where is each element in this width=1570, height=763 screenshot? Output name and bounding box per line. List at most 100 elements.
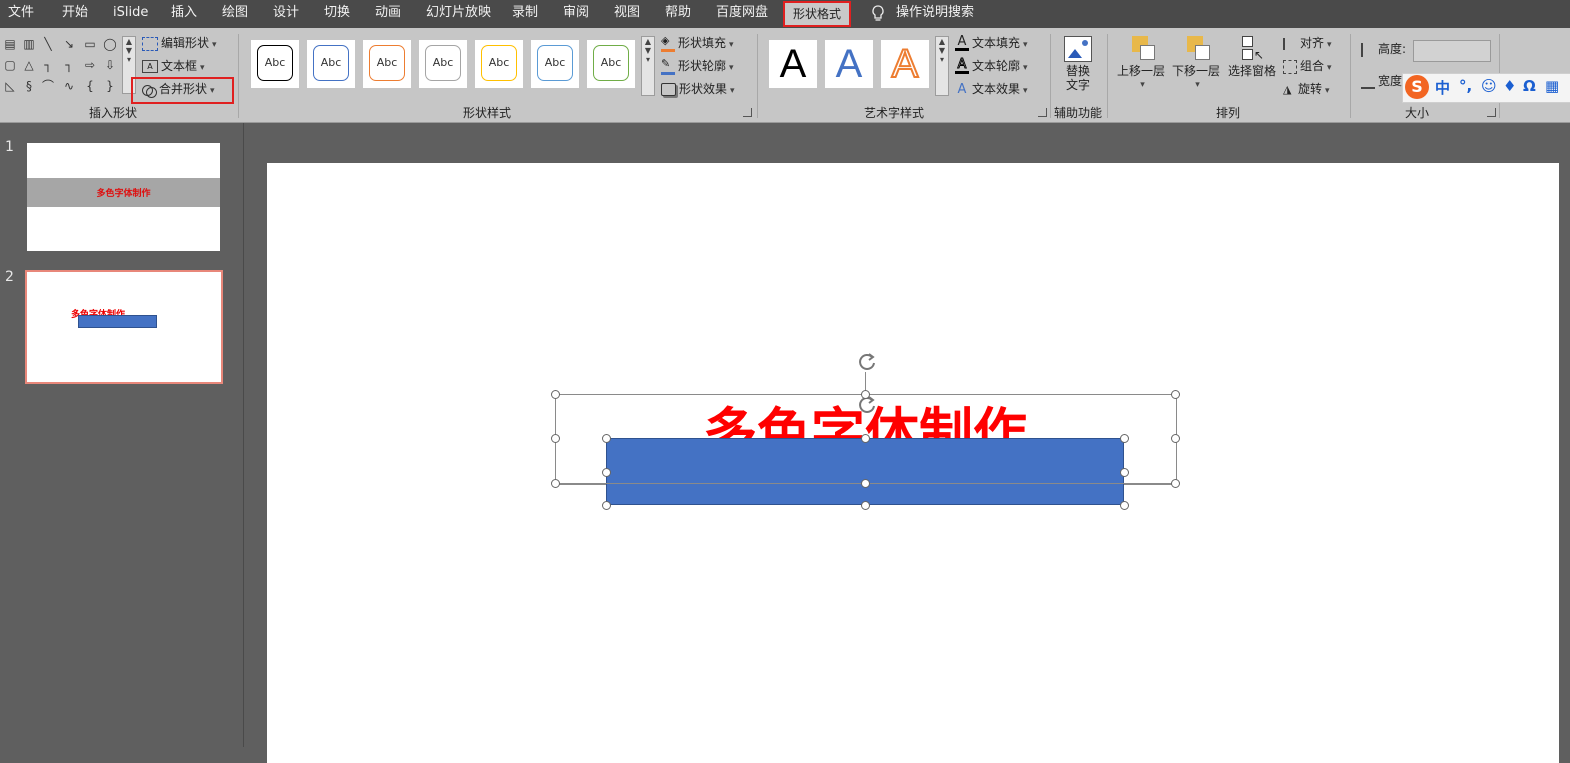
shape-style-thumb-7[interactable]: Abc (587, 40, 635, 88)
down-arrow-shape-icon[interactable]: ⇩ (102, 57, 118, 73)
tab-islide[interactable]: iSlide (113, 0, 148, 26)
rounded-rect-shape-icon[interactable]: ▢ (2, 57, 18, 73)
height-input[interactable] (1413, 40, 1491, 62)
line-shape-icon[interactable]: ╲ (40, 36, 56, 52)
arrow-line-shape-icon[interactable]: ↘ (61, 36, 77, 52)
shape-outline-button[interactable]: ✎ 形状轮廓 ▾ (661, 57, 734, 75)
right-arrow-shape-icon[interactable]: ⇨ (82, 57, 98, 73)
text-effects-button[interactable]: A 文本效果 ▾ (955, 80, 1028, 98)
shape-fill-button[interactable]: ◈ 形状填充 ▾ (661, 34, 734, 52)
rectangle-shape-icon[interactable]: ▭ (82, 36, 98, 52)
slide-2-rectangle (78, 315, 157, 328)
tab-shape-format[interactable]: 形状格式 (783, 1, 852, 27)
bring-forward-button[interactable]: 上移一层 ▾ (1115, 36, 1167, 92)
oval-shape-icon[interactable]: ◯ (102, 36, 118, 52)
resize-handle[interactable] (861, 479, 870, 488)
left-brace-shape-icon[interactable]: { (82, 78, 98, 94)
resize-handle[interactable] (602, 434, 611, 443)
elbow-arrow-shape-icon[interactable]: ┐ (61, 57, 77, 73)
dialog-launcher-icon[interactable] (743, 108, 752, 117)
rotate-handle-icon[interactable] (855, 350, 879, 374)
tab-animations[interactable]: 动画 (375, 0, 401, 26)
tab-record[interactable]: 录制 (512, 0, 538, 26)
wordart-style-orange-outline[interactable]: A (881, 40, 929, 88)
triangle-shape-icon[interactable]: △ (21, 57, 37, 73)
shape-style-thumb-4[interactable]: Abc (419, 40, 467, 88)
tab-baidu-netdisk[interactable]: 百度网盘 (716, 0, 768, 26)
resize-handle[interactable] (551, 390, 560, 399)
resize-handle[interactable] (1171, 479, 1180, 488)
shape-style-thumb-6[interactable]: Abc (531, 40, 579, 88)
wordart-gallery-scrollbar[interactable]: ▲ ▼ ▾ (935, 36, 949, 96)
text-outline-button[interactable]: A 文本轮廓 ▾ (955, 57, 1028, 75)
dialog-launcher-icon[interactable] (1038, 108, 1047, 117)
sogou-logo-icon[interactable]: S (1405, 75, 1429, 99)
wordart-style-blue[interactable]: A (825, 40, 873, 88)
emoji-icon[interactable]: ☺ (1481, 77, 1497, 95)
tab-file[interactable]: 文件 (8, 0, 34, 26)
align-button[interactable]: 对齐 ▾ (1283, 34, 1332, 52)
tab-insert[interactable]: 插入 (171, 0, 197, 26)
resize-handle[interactable] (602, 501, 611, 510)
chevron-down-icon: ▾ (1327, 40, 1332, 50)
tell-me-search[interactable]: 操作说明搜索 (896, 0, 974, 26)
divider (1050, 34, 1051, 118)
alt-text-button[interactable]: 替换 文字 (1058, 36, 1098, 92)
elbow-connector-shape-icon[interactable]: ┐ (40, 57, 56, 73)
scribble-shape-icon[interactable]: § (21, 78, 37, 94)
slide-thumbnail-2[interactable]: 多色字体制作 (25, 270, 223, 384)
tab-help[interactable]: 帮助 (665, 0, 691, 26)
shape-effects-button[interactable]: 形状效果 ▾ (661, 80, 735, 98)
resize-handle[interactable] (861, 434, 870, 443)
arc-shape-icon[interactable]: ⌒ (40, 78, 56, 94)
tab-transitions[interactable]: 切换 (324, 0, 350, 26)
tab-view[interactable]: 视图 (614, 0, 640, 26)
resize-handle[interactable] (861, 390, 870, 399)
shape-style-gallery-scrollbar[interactable]: ▲ ▼ ▾ (641, 36, 655, 96)
keyboard-icon[interactable]: ▦ (1545, 77, 1559, 95)
omega-icon[interactable]: Ω (1523, 77, 1536, 95)
edit-shape-button[interactable]: 编辑形状 ▾ (142, 34, 217, 52)
send-backward-button[interactable]: 下移一层 ▾ (1170, 36, 1222, 92)
rotate-button[interactable]: ◮ 旋转 ▾ (1283, 80, 1330, 98)
resize-handle[interactable] (1120, 434, 1129, 443)
vertical-textbox-shape-icon[interactable]: ▥ (21, 36, 37, 52)
textbox-shape-icon[interactable]: ▤ (2, 36, 18, 52)
tab-home[interactable]: 开始 (62, 0, 88, 26)
shape-style-thumb-2[interactable]: Abc (307, 40, 355, 88)
resize-handle[interactable] (861, 501, 870, 510)
group-button[interactable]: 组合 ▾ (1283, 57, 1332, 75)
right-brace-shape-icon[interactable]: } (102, 78, 118, 94)
slide-number: 1 (5, 139, 14, 155)
resize-handle[interactable] (602, 468, 611, 477)
resize-handle[interactable] (1171, 390, 1180, 399)
selection-pane-button[interactable]: ↖ 选择窗格 (1225, 36, 1279, 78)
curve-shape-icon[interactable]: ∿ (61, 78, 77, 94)
shape-style-thumb-3[interactable]: Abc (363, 40, 411, 88)
wordart-style-black[interactable]: A (769, 40, 817, 88)
chevron-down-icon: ▾ (212, 40, 217, 50)
slide-thumbnail-1[interactable]: 多色字体制作 (27, 143, 220, 251)
resize-handle[interactable] (1120, 468, 1129, 477)
ime-mode-toggle[interactable]: 中 (1435, 77, 1450, 98)
slide-canvas[interactable]: 多色字体制作 (267, 163, 1559, 763)
blue-rectangle-shape[interactable] (606, 438, 1124, 505)
freeform-shape-icon[interactable]: ◺ (2, 78, 18, 94)
tab-design[interactable]: 设计 (273, 0, 299, 26)
dialog-launcher-icon[interactable] (1487, 108, 1496, 117)
resize-handle[interactable] (551, 479, 560, 488)
mic-icon[interactable]: ♦ (1503, 77, 1516, 95)
text-fill-button[interactable]: A 文本填充 ▾ (955, 34, 1028, 52)
tab-slideshow[interactable]: 幻灯片放映 (426, 0, 491, 26)
ime-punctuation-toggle[interactable]: °, (1459, 77, 1472, 95)
resize-handle[interactable] (1120, 501, 1129, 510)
tab-draw[interactable]: 绘图 (222, 0, 248, 26)
tab-review[interactable]: 审阅 (563, 0, 589, 26)
shape-style-thumb-5[interactable]: Abc (475, 40, 523, 88)
resize-handle[interactable] (1171, 434, 1180, 443)
shape-style-thumb-1[interactable]: Abc (251, 40, 299, 88)
width-label: 宽度 (1378, 74, 1403, 88)
chevron-down-icon: ▾ (1023, 63, 1028, 73)
text-box-button[interactable]: A 文本框 ▾ (142, 57, 205, 75)
resize-handle[interactable] (551, 434, 560, 443)
